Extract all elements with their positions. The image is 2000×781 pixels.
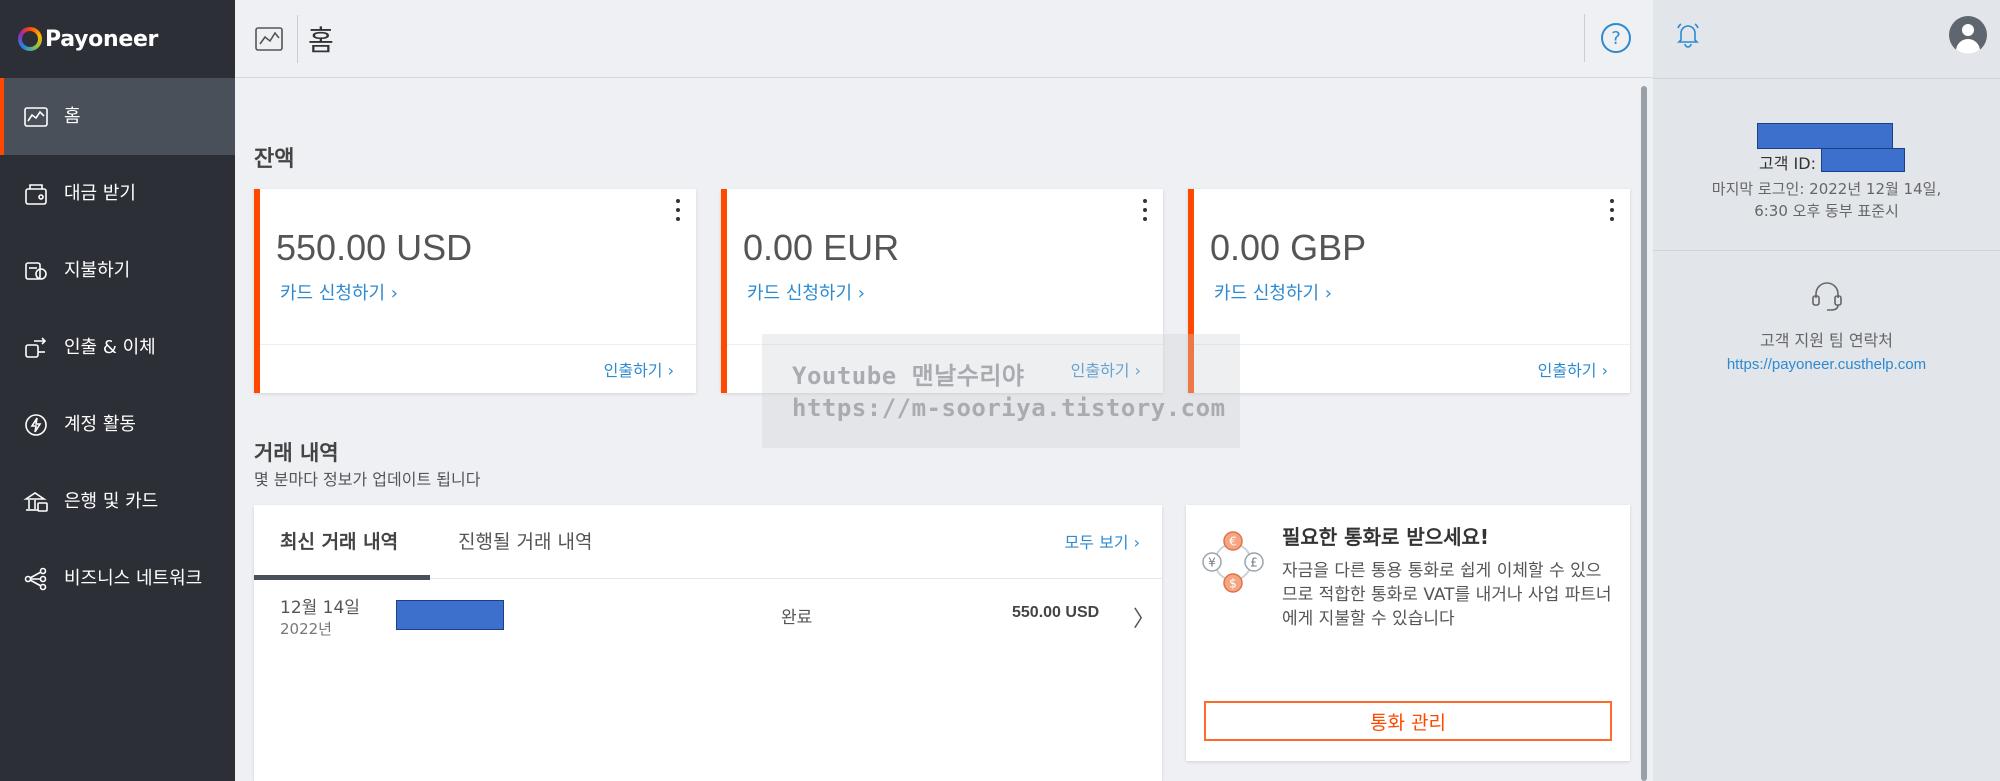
redacted-description [396, 600, 504, 630]
help-divider [1584, 14, 1585, 62]
activity-icon [22, 411, 50, 439]
tx-amount: 550.00 USD [1012, 604, 1100, 621]
watermark: Youtube 맨날수리야 https://m-sooriya.tistory.… [762, 334, 1240, 448]
balance-amount: 0.00 GBP [1210, 227, 1367, 268]
sidebar-item-label: 비즈니스 네트워크 [64, 567, 203, 589]
support-link[interactable]: https://payoneer.custhelp.com [1653, 356, 2000, 373]
apply-card-link[interactable]: 카드 신청하기 › [1214, 279, 1332, 305]
balance-amount: 550.00 USD [276, 227, 473, 268]
svg-text:€: € [1229, 535, 1237, 549]
tab-recent-transactions[interactable]: 최신 거래 내역 [280, 527, 398, 554]
redacted-username [1757, 123, 1893, 149]
top-bar: 홈 ? [235, 0, 1653, 78]
sidebar-item-business-network[interactable]: 비즈니스 네트워크 [0, 540, 235, 617]
manage-currency-button[interactable]: 통화 관리 [1204, 701, 1612, 741]
apply-card-link[interactable]: 카드 신청하기 › [747, 279, 865, 305]
help-area: ? [1584, 14, 1631, 62]
withdraw-link[interactable]: 인출하기 › [604, 357, 674, 381]
main-content: 잔액 550.00 USD 카드 신청하기 › 인출하기 › 0.00 EUR … [235, 79, 1653, 781]
table-row[interactable]: 12월 14일 2022년 완료 550.00 USD 〉 [254, 579, 1162, 653]
sidebar: Payoneer 홈 대금 받기 지불하기 인출 & 이체 계정 활동 은행 및… [0, 0, 235, 781]
sidebar-item-home[interactable]: 홈 [0, 78, 235, 155]
panel-divider [1653, 250, 2000, 251]
coin-pound: £ [1244, 552, 1264, 572]
card-footer: 인출하기 › [260, 344, 696, 393]
main-scrollbar[interactable] [1641, 86, 1647, 781]
tx-date: 12월 14일 [280, 598, 360, 618]
network-icon [22, 565, 50, 593]
coin-euro: € [1223, 531, 1243, 551]
svg-text:£: £ [1250, 556, 1258, 570]
coin-yen: ¥ [1202, 552, 1222, 572]
sidebar-item-withdraw-transfer[interactable]: 인출 & 이체 [0, 309, 235, 386]
more-options-icon[interactable] [1141, 199, 1149, 221]
svg-text:$: $ [1229, 577, 1237, 591]
sidebar-item-receive[interactable]: 대금 받기 [0, 155, 235, 232]
sidebar-item-label: 은행 및 카드 [64, 490, 159, 512]
card-footer: 인출하기 › [1194, 344, 1630, 393]
svg-text:¥: ¥ [1208, 556, 1216, 570]
apply-card-link[interactable]: 카드 신청하기 › [280, 279, 398, 305]
pay-icon [22, 257, 50, 285]
promo-body: 자금을 다른 통용 통화로 쉽게 이체할 수 있으므로 적합한 통화로 VAT를… [1282, 561, 1612, 629]
page-title: 홈 [308, 23, 334, 57]
transactions-tabs: 최신 거래 내역 진행될 거래 내역 모두 보기 › [254, 505, 1162, 580]
bell-icon[interactable] [1673, 20, 1703, 50]
balance-card-gbp: 0.00 GBP 카드 신청하기 › 인출하기 › [1188, 189, 1630, 393]
sidebar-item-label: 인출 & 이체 [64, 336, 156, 358]
headset-icon [1809, 278, 1845, 314]
help-icon[interactable]: ? [1601, 23, 1631, 53]
panel-divider [1653, 78, 2000, 79]
sidebar-item-pay[interactable]: 지불하기 [0, 232, 235, 309]
customer-id-label: 고객 ID: [1759, 154, 1816, 173]
redacted-customer-id [1821, 148, 1905, 172]
transfer-icon [22, 334, 50, 362]
balance-amount: 0.00 EUR [743, 227, 900, 268]
tx-year: 2022년 [280, 620, 332, 638]
payoneer-logo[interactable]: Payoneer [0, 0, 235, 78]
sidebar-item-label: 계정 활동 [64, 413, 136, 435]
withdraw-link[interactable]: 인출하기 › [1538, 357, 1608, 381]
sidebar-item-label: 홈 [64, 105, 81, 127]
profile-panel: 고객 ID: 마지막 로그인: 2022년 12월 14일, 6:30 오후 동… [1653, 0, 2000, 781]
more-options-icon[interactable] [1608, 199, 1616, 221]
wallet-icon [22, 180, 50, 208]
header-divider [297, 14, 298, 63]
coin-dollar: $ [1223, 573, 1243, 593]
transactions-panel: 최신 거래 내역 진행될 거래 내역 모두 보기 › 12월 14일 2022년… [254, 505, 1162, 781]
payoneer-logo-icon [18, 27, 42, 51]
promo-title: 필요한 통화로 받으세요! [1282, 525, 1490, 549]
last-login-text: 마지막 로그인: 2022년 12월 14일, 6:30 오후 동부 표준시 [1711, 180, 1942, 220]
brand-name: Payoneer [45, 26, 159, 52]
bank-icon [22, 488, 50, 516]
transactions-section-title: 거래 내역 [254, 441, 339, 465]
watermark-line-1: Youtube 맨날수리야 [792, 362, 1025, 390]
balance-section-title: 잔액 [254, 147, 295, 172]
tab-upcoming-transactions[interactable]: 진행될 거래 내역 [458, 527, 592, 554]
watermark-line-2: https://m-sooriya.tistory.com [792, 394, 1226, 422]
tx-status: 완료 [781, 608, 813, 628]
chevron-right-icon[interactable]: 〉 [1133, 601, 1155, 633]
currency-promo-card: € ¥ £ $ 필요한 통화로 받으세요! 자금을 다른 통용 통화로 쉽게 이… [1186, 505, 1630, 761]
sidebar-item-label: 대금 받기 [64, 182, 136, 204]
sidebar-item-bank-card[interactable]: 은행 및 카드 [0, 463, 235, 540]
transactions-subtitle: 몇 분마다 정보가 업데이트 됩니다 [254, 470, 481, 489]
support-label: 고객 지원 팀 연락처 [1759, 331, 1894, 350]
more-options-icon[interactable] [674, 199, 682, 221]
balance-card-usd: 550.00 USD 카드 신청하기 › 인출하기 › [254, 189, 696, 393]
chart-icon [253, 23, 285, 55]
chart-icon [22, 103, 50, 131]
avatar[interactable] [1949, 16, 1987, 54]
sidebar-item-label: 지불하기 [64, 259, 131, 281]
sidebar-item-account-activity[interactable]: 계정 활동 [0, 386, 235, 463]
view-all-link[interactable]: 모두 보기 › [1065, 529, 1140, 553]
currency-exchange-icon: € ¥ £ $ [1202, 531, 1264, 593]
